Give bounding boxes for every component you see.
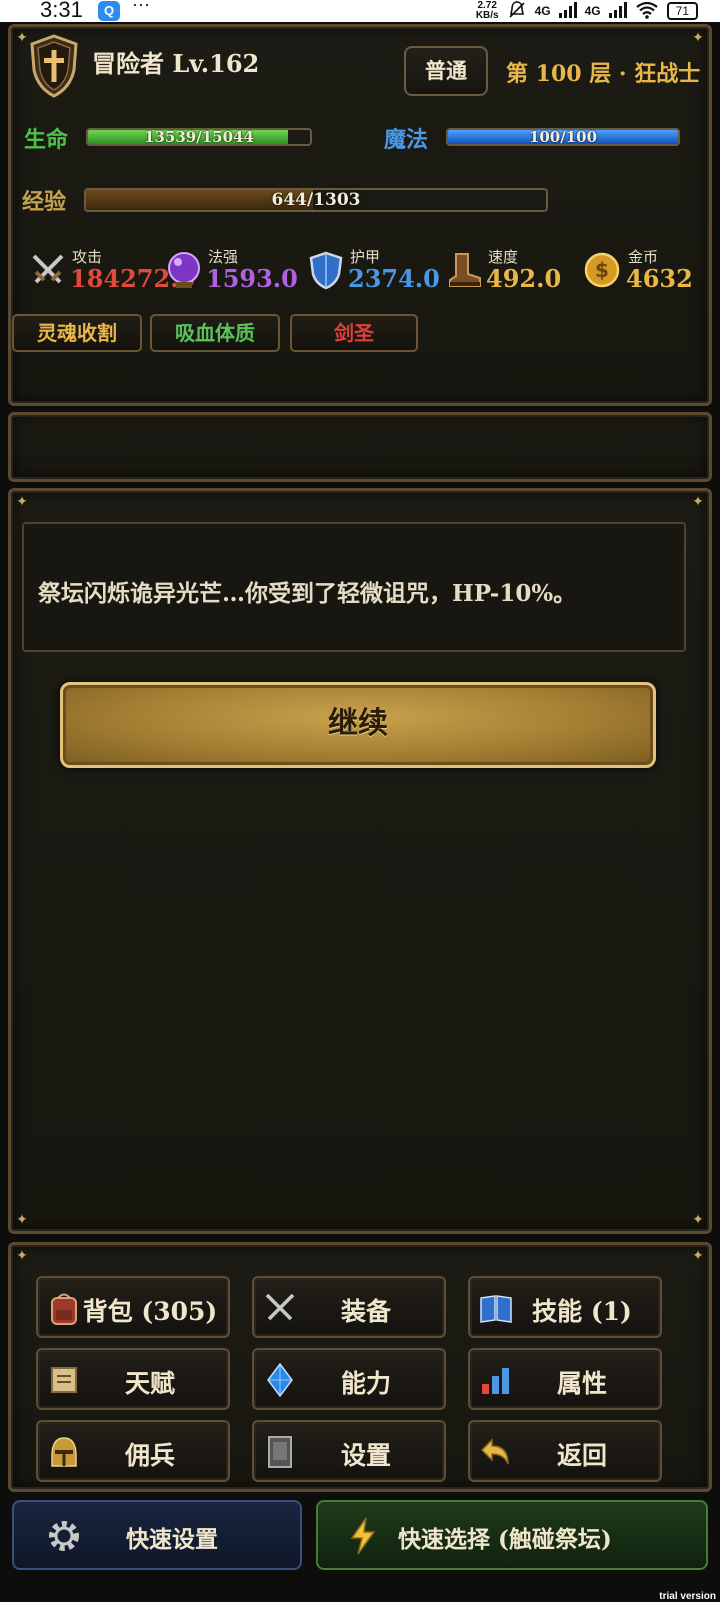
signal-bars-icon-2 xyxy=(608,1,627,21)
hp-label: 生命 xyxy=(24,127,69,153)
status-bar: 3:31 Q ··· 2.72 KB/s 4G 4G 71 xyxy=(0,0,720,22)
menu-label: 背包 (305) xyxy=(82,1297,218,1326)
talent-button[interactable]: 天赋 xyxy=(36,1348,230,1410)
magic-orb-icon xyxy=(164,250,204,290)
mp-bar: 100/100 xyxy=(446,128,680,146)
stat-value: 1593.0 xyxy=(206,264,298,293)
blue-gem-icon xyxy=(262,1362,298,1398)
svg-text:$: $ xyxy=(595,258,609,282)
menu-label: 设置 xyxy=(340,1441,391,1470)
quick-select-button[interactable]: 快速选择 (触碰祭坛) xyxy=(316,1500,708,1570)
settings-book-icon xyxy=(262,1434,298,1470)
backpack-button[interactable]: 背包 (305) xyxy=(36,1276,230,1338)
quick-settings-button[interactable]: 快速设置 xyxy=(12,1500,302,1570)
separator-panel xyxy=(8,412,712,482)
gear-icon xyxy=(44,1516,84,1560)
skills-button[interactable]: 技能 (1) xyxy=(468,1276,662,1338)
corner-ornament: ✦ xyxy=(16,30,28,46)
boot-icon xyxy=(444,250,484,290)
difficulty-mode-button[interactable]: 普通 xyxy=(404,46,488,96)
signal-bars-icon xyxy=(558,1,577,21)
corner-ornament: ✦ xyxy=(16,1248,28,1264)
gold-coin-icon: $ xyxy=(584,250,624,290)
menu-label: 能力 xyxy=(340,1369,391,1398)
menu-label: 返回 xyxy=(556,1441,607,1470)
event-message: 祭坛闪烁诡异光芒…你受到了轻微诅咒，HP-10%。 xyxy=(38,580,577,607)
trial-watermark: trial version xyxy=(659,1591,716,1602)
corner-ornament: ✦ xyxy=(692,494,704,510)
continue-button[interactable]: 继续 xyxy=(60,682,656,768)
signal-4g-icon: 4G xyxy=(534,4,551,18)
mute-bell-icon xyxy=(507,0,527,23)
menu-label: 属性 xyxy=(556,1369,607,1398)
lightning-icon xyxy=(348,1516,378,1560)
hp-bar-text: 13539/15044 xyxy=(144,128,254,146)
crossed-swords-icon xyxy=(262,1290,298,1326)
menu-label: 装备 xyxy=(340,1297,391,1326)
mp-label: 魔法 xyxy=(384,127,429,153)
event-message-box: 祭坛闪烁诡异光芒…你受到了轻微诅咒，HP-10%。 xyxy=(22,522,686,652)
battery-indicator: 71 xyxy=(666,2,698,20)
quick-select-label: 快速选择 (触碰祭坛) xyxy=(398,1526,612,1553)
return-arrow-icon xyxy=(478,1434,514,1470)
menu-label: 佣兵 xyxy=(124,1441,175,1470)
stat-value: 4632 xyxy=(626,264,693,293)
ability-button[interactable]: 能力 xyxy=(252,1348,446,1410)
xp-label: 经验 xyxy=(22,189,67,215)
signal-4g-icon-2: 4G xyxy=(584,4,601,18)
corner-ornament: ✦ xyxy=(692,30,704,46)
mercenary-button[interactable]: 佣兵 xyxy=(36,1420,230,1482)
skill-tag-sword-saint[interactable]: 剑圣 xyxy=(290,314,418,352)
back-button[interactable]: 返回 xyxy=(468,1420,662,1482)
menu-label: 天赋 xyxy=(124,1369,175,1398)
book-icon xyxy=(478,1290,514,1326)
clock: 3:31 xyxy=(40,0,83,22)
skill-tag-soul-harvest[interactable]: 灵魂收割 xyxy=(12,314,142,352)
settings-button[interactable]: 设置 xyxy=(252,1420,446,1482)
bar-chart-icon xyxy=(478,1362,514,1398)
corner-ornament: ✦ xyxy=(692,1212,704,1228)
crossed-swords-icon xyxy=(28,250,68,290)
attributes-button[interactable]: 属性 xyxy=(468,1348,662,1410)
scroll-icon xyxy=(46,1362,82,1398)
hp-bar: 13539/15044 xyxy=(86,128,312,146)
stat-value: 2374.0 xyxy=(348,264,440,293)
mp-bar-text: 100/100 xyxy=(528,128,598,146)
equipment-button[interactable]: 装备 xyxy=(252,1276,446,1338)
class-shield-emblem-icon xyxy=(28,34,80,98)
skill-tag-vampiric[interactable]: 吸血体质 xyxy=(150,314,280,352)
more-notifications-icon: ··· xyxy=(132,0,150,14)
backpack-icon xyxy=(46,1290,82,1326)
app-notification-icon: Q xyxy=(98,1,120,21)
floor-indicator: 第 100 层 · 狂战士 xyxy=(506,61,701,87)
network-speed: 2.72 KB/s xyxy=(475,0,499,21)
menu-label: 技能 (1) xyxy=(532,1297,632,1326)
xp-bar: 644/1303 xyxy=(84,188,548,212)
player-title: 冒险者 Lv.162 xyxy=(92,49,260,78)
helmet-icon xyxy=(46,1434,82,1470)
xp-bar-text: 644/1303 xyxy=(271,190,361,210)
shield-icon xyxy=(306,250,346,290)
corner-ornament: ✦ xyxy=(692,1248,704,1264)
corner-ornament: ✦ xyxy=(16,494,28,510)
quick-settings-label: 快速设置 xyxy=(126,1526,218,1553)
corner-ornament: ✦ xyxy=(16,1212,28,1228)
stat-value: 492.0 xyxy=(486,264,562,293)
wifi-icon xyxy=(635,1,659,22)
